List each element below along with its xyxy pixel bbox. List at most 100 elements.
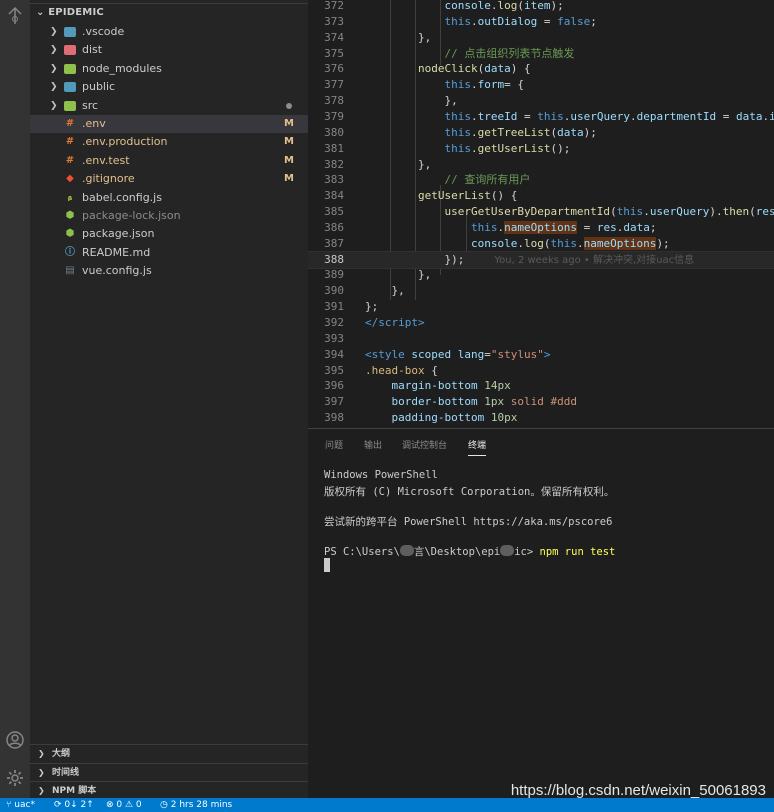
file-tree-item[interactable]: ◆ .gitignore M	[30, 170, 308, 188]
line-code: // 点击组织列表节点触发	[365, 46, 574, 62]
chevron-right-icon: ❯	[50, 100, 58, 111]
code-token: form	[477, 78, 505, 92]
line-code: getUserList() {	[365, 188, 517, 204]
file-tree-item[interactable]: ❯ src	[30, 97, 308, 115]
modified-badge: M	[284, 173, 294, 185]
code-token: >	[418, 316, 425, 329]
code-token: treeId	[477, 109, 518, 123]
file-tree-item[interactable]: ❯ node_modules	[30, 60, 308, 78]
env-file-icon: #	[65, 136, 75, 148]
code-line[interactable]: 374 },	[308, 30, 774, 46]
code-token: =	[716, 109, 736, 123]
outline-section[interactable]: ❯ 大纲	[30, 744, 308, 763]
branch-indicator[interactable]: ⑂ uac*	[6, 798, 35, 812]
code-token: nodeClick	[417, 62, 478, 76]
file-tree-item-label: babel.config.js	[82, 190, 162, 204]
code-line[interactable]: 393	[308, 331, 774, 347]
code-token: outDialog	[477, 14, 538, 28]
sync-indicator[interactable]: ⟳ 0↓ 2↑	[54, 798, 94, 812]
code-line[interactable]: 392 </script>	[308, 315, 774, 331]
code-line[interactable]: 386 this.nameOptions = res.data;	[308, 220, 774, 236]
code-token: script	[378, 316, 418, 329]
file-tree-item[interactable]: ▤ vue.config.js	[30, 262, 308, 280]
line-code: };	[365, 299, 378, 315]
code-line[interactable]: 378 },	[308, 93, 774, 109]
account-icon[interactable]	[5, 730, 25, 750]
code-token: res	[596, 220, 617, 234]
code-token: item	[523, 0, 551, 12]
file-tree-item[interactable]: ❯ dist	[30, 41, 308, 59]
timeline-section[interactable]: ❯ 时间线	[30, 763, 308, 782]
code-line[interactable]: 381 this.getUserList();	[308, 141, 774, 157]
code-token: getUserList	[417, 189, 491, 203]
code-line[interactable]: 396 margin-bottom 14px	[308, 378, 774, 394]
tab-output[interactable]: 输出	[364, 438, 382, 451]
time-tracker[interactable]: ◷ 2 hrs 28 mins	[160, 798, 232, 812]
code-token: style	[371, 347, 405, 361]
tab-debug-console[interactable]: 调试控制台	[402, 438, 447, 451]
source-control-icon[interactable]	[5, 6, 25, 26]
code-token: nameOptions	[583, 236, 657, 250]
outline-section-label: 大纲	[52, 749, 71, 759]
code-line[interactable]: 385 userGetUserByDepartmentId(this.userQ…	[308, 204, 774, 220]
file-tree-item[interactable]: # .env.production M	[30, 133, 308, 151]
code-token: 10px	[490, 411, 518, 425]
file-tree-item[interactable]: # .env M	[30, 115, 308, 133]
code-line[interactable]: 383 // 查询所有用户	[308, 172, 774, 188]
code-line[interactable]: 388 }); You, 2 weeks ago • 解决冲突,对接uac信息	[308, 250, 774, 269]
code-line[interactable]: 372 console.log(item);	[308, 0, 774, 14]
tab-terminal[interactable]: 终端	[468, 438, 487, 456]
line-code: border-bottom 1px solid #ddd	[365, 394, 577, 410]
code-line[interactable]: 397 border-bottom 1px solid #ddd	[308, 394, 774, 410]
code-line[interactable]: 373 this.outDialog = false;	[308, 14, 774, 30]
code-token: >	[543, 347, 551, 361]
code-line[interactable]: 377 this.form= {	[308, 77, 774, 93]
code-line[interactable]: 382 },	[308, 157, 774, 173]
folder-icon	[64, 27, 76, 37]
file-tree-item[interactable]: ⓘ README.md	[30, 244, 308, 262]
terminal-line: Windows PowerShell	[324, 469, 438, 481]
explorer-root[interactable]: ⌄ EPIDEMIC	[36, 7, 104, 18]
code-line[interactable]: 376 nodeClick(data) {	[308, 61, 774, 77]
file-tree-item[interactable]: ❯ .vscode	[30, 23, 308, 41]
problems-indicator[interactable]: ⊗ 0 ⚠ 0	[106, 798, 142, 812]
code-token: this	[444, 125, 471, 139]
code-line[interactable]: 389 },	[308, 267, 774, 283]
code-token: ;	[590, 14, 597, 28]
npm-scripts-section[interactable]: ❯ NPM 脚本	[30, 781, 308, 798]
code-line[interactable]: 380 this.getTreeList(data);	[308, 125, 774, 141]
tab-problems[interactable]: 问题	[325, 438, 343, 451]
file-tree-item[interactable]: ⬢ package.json	[30, 225, 308, 243]
code-line[interactable]: 391};	[308, 299, 774, 315]
file-tree-item[interactable]: ❯ public	[30, 78, 308, 96]
line-number: 384	[324, 189, 344, 203]
code-editor[interactable]: 372 console.log(item); 373 this.outDialog…	[308, 0, 774, 428]
code-token: .	[470, 109, 478, 123]
code-line[interactable]: 394 <style scoped lang="stylus">	[308, 347, 774, 363]
code-token: border-bottom	[391, 395, 478, 409]
code-line[interactable]: 384 getUserList() {	[308, 188, 774, 204]
file-tree-item-label: src	[82, 98, 99, 112]
code-line[interactable]: 375 // 点击组织列表节点触发	[308, 46, 774, 62]
line-number: 398	[324, 411, 344, 425]
code-token: =	[484, 347, 491, 361]
code-line[interactable]: 379 this.treeId = this.userQuery.departm…	[308, 109, 774, 125]
gear-icon[interactable]	[5, 768, 25, 788]
code-line[interactable]: 395 .head-box {	[308, 363, 774, 379]
file-tree-item[interactable]: ᵦ babel.config.js	[30, 189, 308, 207]
code-token: userGetUserByDepartmentId	[444, 205, 611, 219]
line-code: margin-bottom 14px	[365, 378, 511, 394]
code-line[interactable]: 387 console.log(this.nameOptions);	[308, 236, 774, 252]
code-line[interactable]: 390 },	[308, 283, 774, 299]
line-number: 387	[324, 236, 344, 250]
chevron-right-icon: ❯	[50, 63, 58, 74]
file-tree-item[interactable]: ⬢ package-lock.json	[30, 207, 308, 225]
line-code: this.getTreeList(data);	[365, 125, 596, 141]
file-tree-item[interactable]: # .env.test M	[30, 152, 308, 170]
code-line[interactable]: 398 padding-bottom 10px	[308, 410, 774, 426]
code-token: data	[623, 220, 650, 234]
